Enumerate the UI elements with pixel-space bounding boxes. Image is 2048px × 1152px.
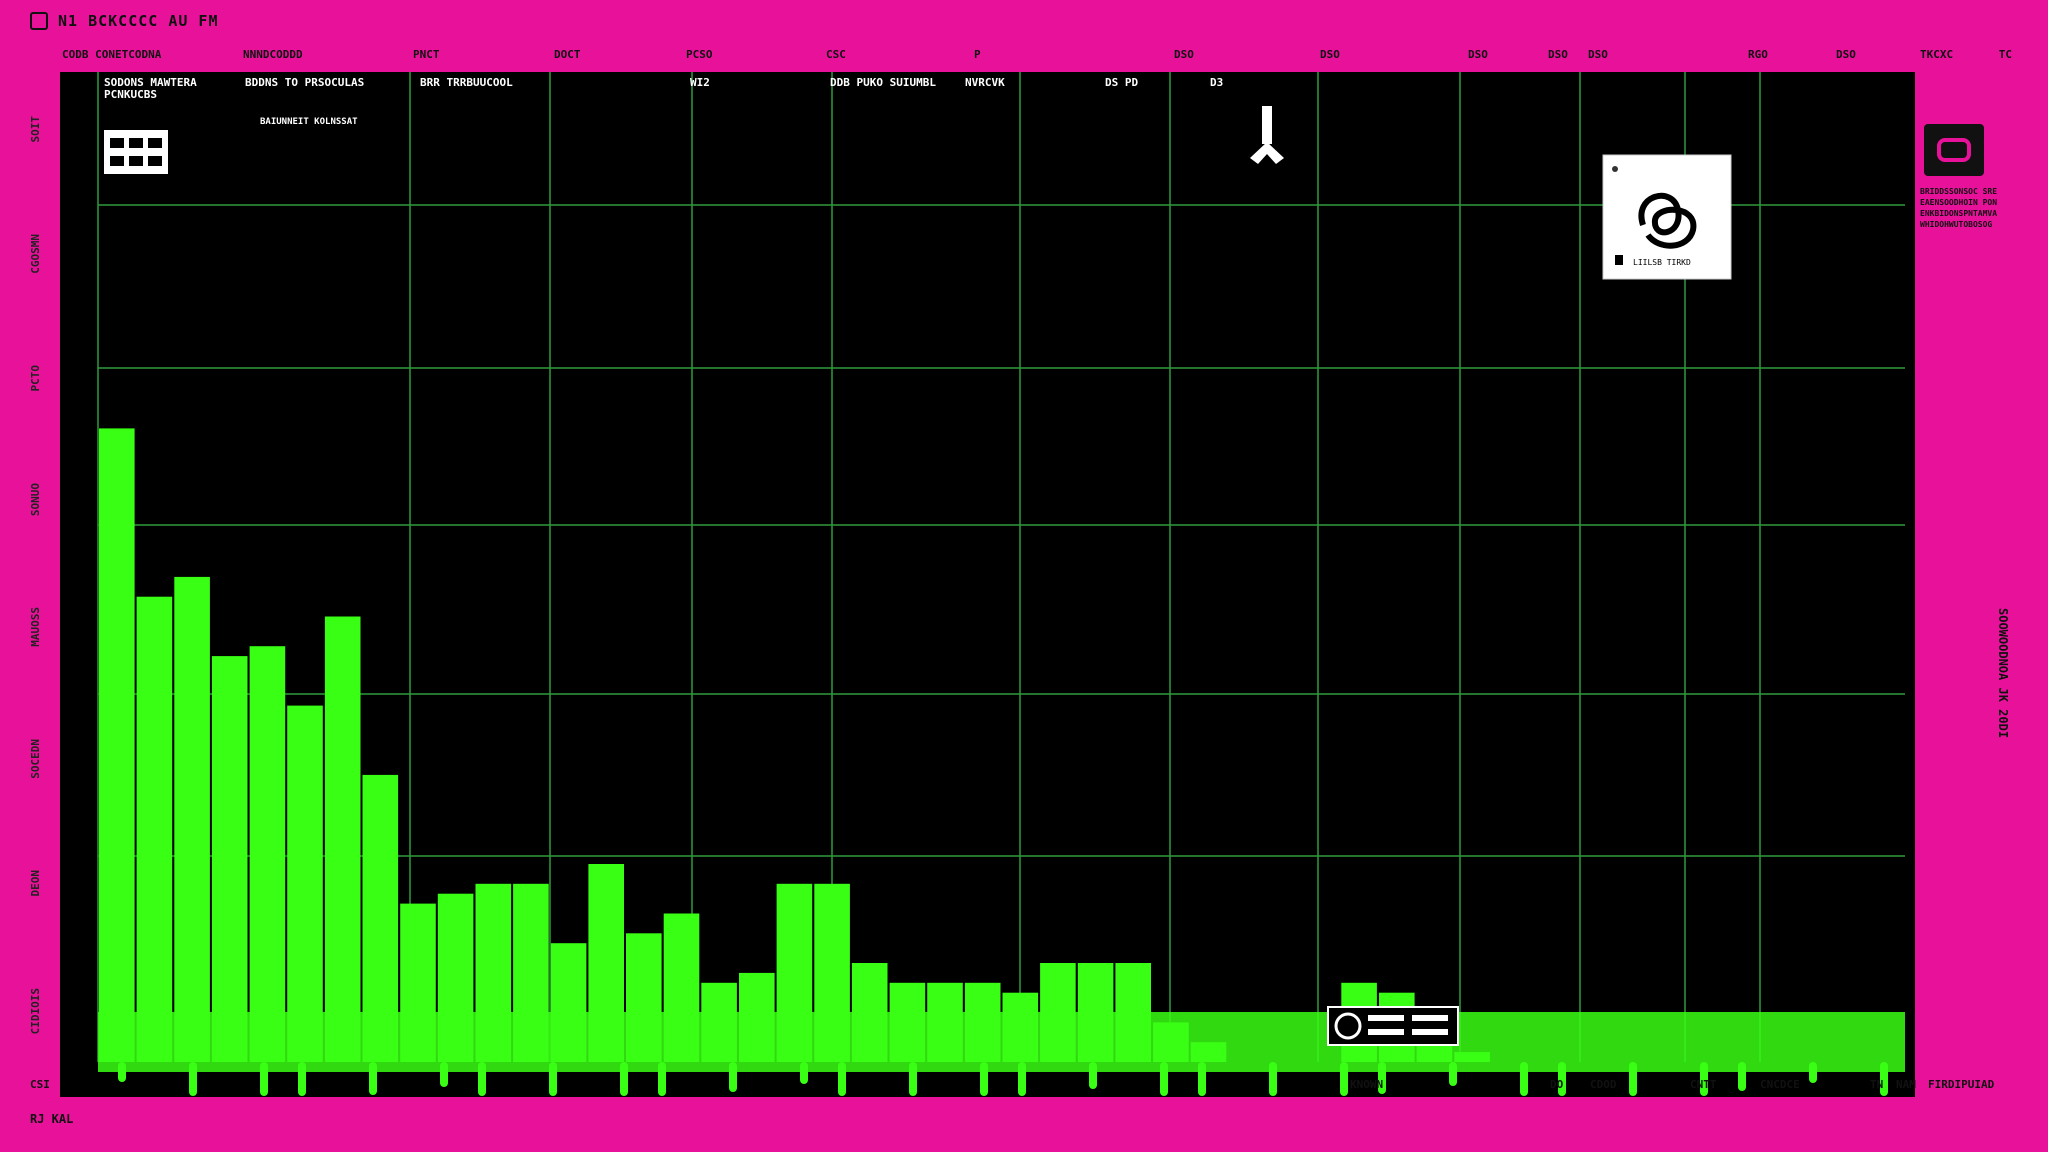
left-rail-label: SOCEDN <box>28 738 42 779</box>
left-rail: SOIT CGOSMN PCTO SONUO MAUOSS SOCEDN DEO… <box>22 70 48 1080</box>
bottom-row: CSI KNOWN DO CDOD CNTT CNCDCE TN NAM FIR… <box>30 1078 2020 1098</box>
bar[interactable] <box>324 616 361 1063</box>
right-label: TKCXC <box>1920 48 1954 61</box>
left-rail-label: SOIT <box>28 115 42 143</box>
bottom-label: DO <box>1550 1078 1564 1091</box>
column-header[interactable]: RGO <box>1748 48 1768 61</box>
panel-text: PCNKUCBS <box>104 88 157 101</box>
panel-text: BDDNS TO PRSOCULAS <box>245 76 364 89</box>
column-header-row: CODB CONETCODNA NNNDCODDD PNCT DOCT PCSO… <box>58 48 1918 66</box>
column-header[interactable]: DSO <box>1174 48 1194 61</box>
panel-text: WI2 <box>690 76 710 89</box>
bar[interactable] <box>136 596 173 1062</box>
bar[interactable] <box>211 656 248 1062</box>
column-header[interactable]: PNCT <box>413 48 440 61</box>
column-header[interactable]: CODB CONETCODNA <box>62 48 161 61</box>
right-top-labels: TKCXC TC <box>1920 48 2012 61</box>
bottom-label: CDOD <box>1590 1078 1617 1091</box>
bottom-label: CSI <box>30 1078 50 1091</box>
window-title: N1 BCKCCCC AU FM <box>58 12 219 30</box>
panel-text: DS PD <box>1105 76 1138 89</box>
left-rail-label: PCTO <box>28 364 42 392</box>
window-icon <box>30 12 48 30</box>
rail-app-icon[interactable] <box>1924 124 1984 176</box>
panel-text: D3 <box>1210 76 1223 89</box>
window-title-bar: N1 BCKCCCC AU FM <box>30 12 219 30</box>
panel-subtext: BAIUNNEIT KOLNSSAT <box>260 117 358 127</box>
column-header[interactable]: DSO <box>1320 48 1340 61</box>
column-header[interactable]: DSO <box>1548 48 1568 61</box>
column-header[interactable]: DSO <box>1468 48 1488 61</box>
card-caption: LIILSB TIRKD <box>1633 258 1691 267</box>
bar[interactable] <box>287 705 323 1062</box>
bottom-label: CNCDCE <box>1760 1078 1800 1091</box>
bar-chart: SODONS MAWTERA PCNKUCBS BDDNS TO PRSOCUL… <box>60 72 1915 1097</box>
panel-text: BRR TRRBUUCOOL <box>420 76 513 89</box>
bar[interactable] <box>174 576 210 1062</box>
column-header[interactable]: NNNDCODDD <box>243 48 303 61</box>
bottom-label: FIRDIPUIAD <box>1928 1078 1995 1091</box>
right-label: TC <box>1998 48 2012 61</box>
status-text: BRIDDSSONSOC SREEAENSOODHOIN PONENKBIDON… <box>1920 187 1998 229</box>
column-header[interactable]: DSO <box>1836 48 1856 61</box>
overlay-card[interactable]: LIILSB TIRKD <box>1602 154 1732 280</box>
bottom-label: TN <box>1870 1078 1884 1091</box>
column-header[interactable]: DOCT <box>554 48 581 61</box>
left-rail-label: CIDIOIS <box>28 987 42 1035</box>
bar[interactable] <box>249 646 286 1062</box>
bar[interactable] <box>99 428 135 1062</box>
panel-text: NVRCVK <box>965 76 1005 89</box>
column-header[interactable]: P <box>974 48 981 61</box>
left-rail-label: MAUOSS <box>28 607 42 648</box>
badge-icon <box>1327 1006 1459 1046</box>
side-label: SOOWOODNOA JK 20DI <box>1996 608 2010 739</box>
right-rail: TKCXC TC BRIDDSSONSOC SREEAENSOODHOIN PO… <box>1920 48 2030 1098</box>
bottom-label: KNOWN <box>1350 1078 1384 1091</box>
left-rail-label: SONUO <box>28 482 42 517</box>
left-rail-label: CGOSMN <box>28 233 42 274</box>
grid-logo-icon <box>104 130 168 174</box>
column-header[interactable]: PCSO <box>686 48 713 61</box>
panel-text: DDB PUKO SUIUMBL <box>830 76 936 89</box>
chart-area: SODONS MAWTERA PCNKUCBS BDDNS TO PRSOCUL… <box>60 72 1915 1097</box>
left-rail-label: DEON <box>28 869 42 897</box>
bottom-label: CNTT <box>1690 1078 1717 1091</box>
column-header[interactable]: CSC <box>826 48 846 61</box>
bottom-label: NAM <box>1896 1078 1916 1091</box>
column-header[interactable]: DSO <box>1588 48 1608 61</box>
footer: RJ KAL <box>30 1112 74 1126</box>
